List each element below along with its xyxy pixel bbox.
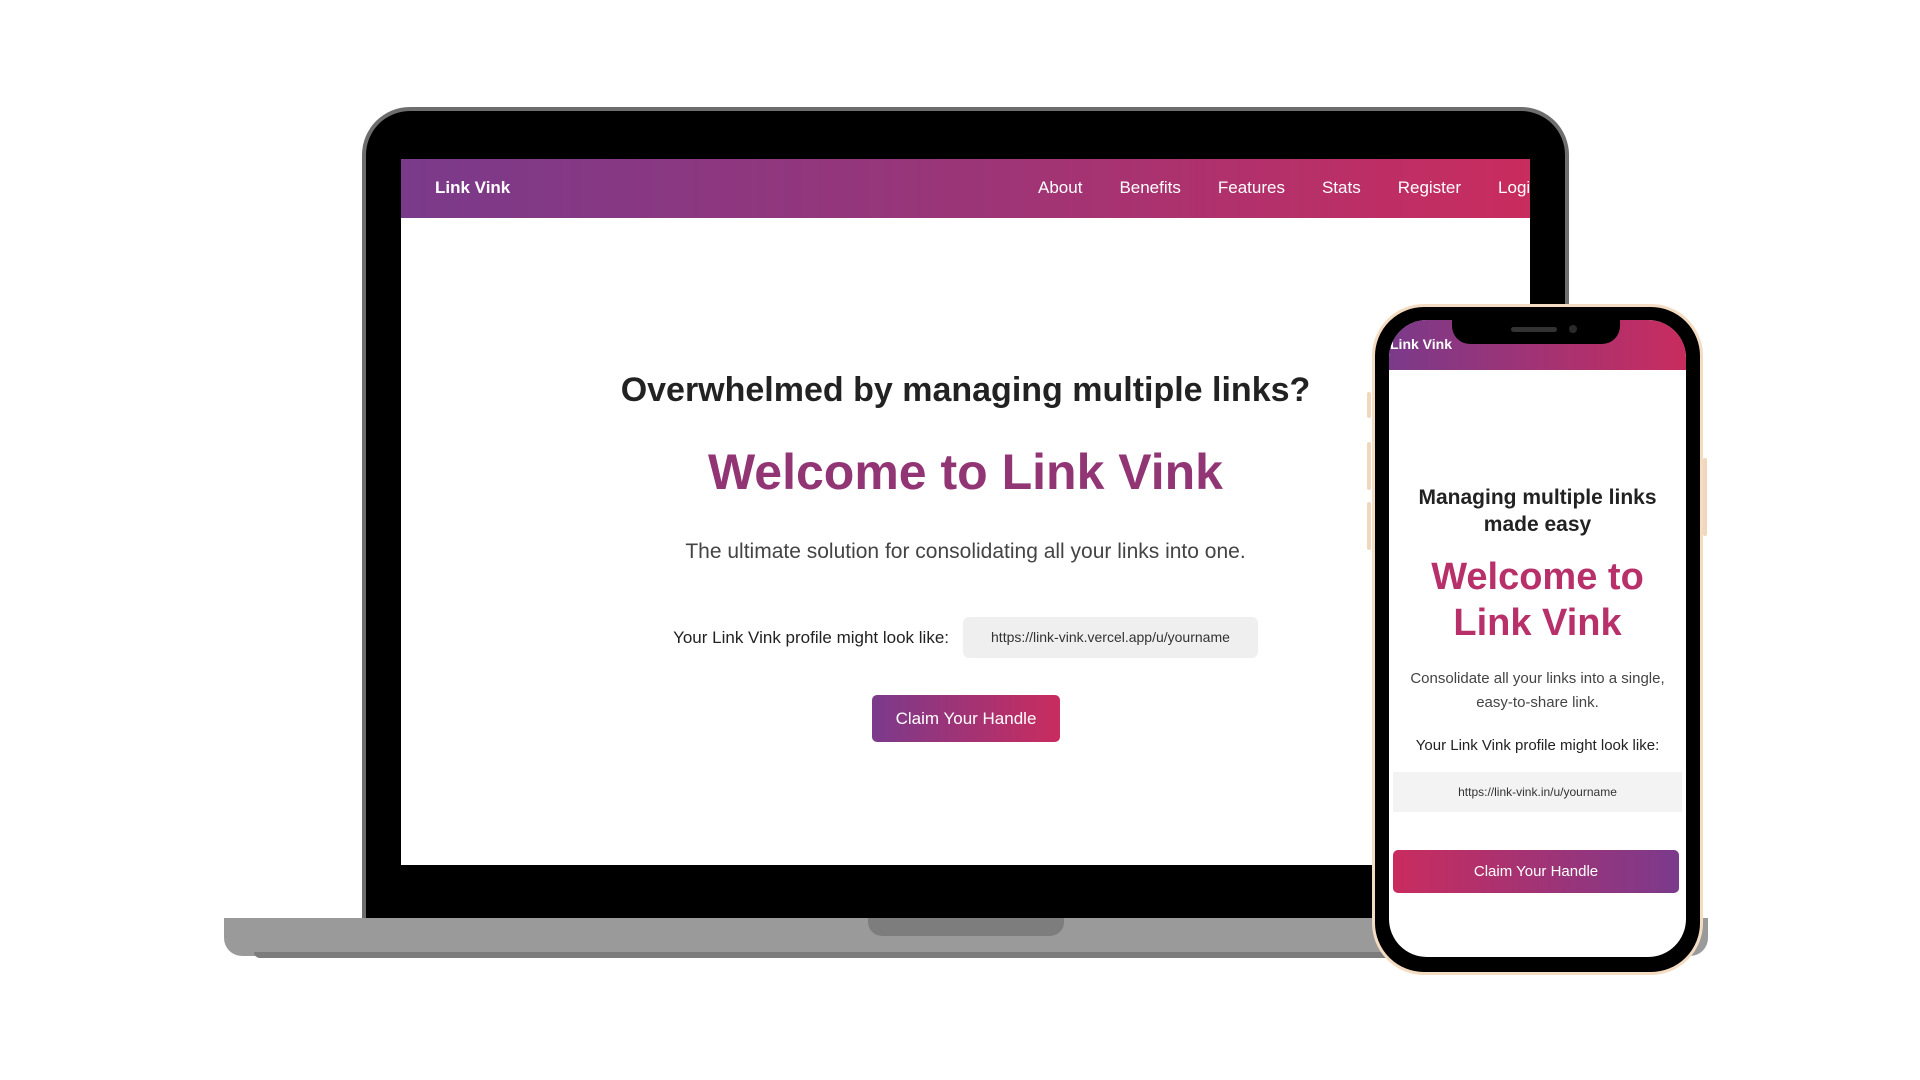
phone-hero-heading: Managing multiple links made easy — [1418, 486, 1657, 536]
nav-link-stats[interactable]: Stats — [1322, 178, 1361, 198]
phone-claim-handle-button[interactable]: Claim Your Handle — [1393, 850, 1679, 893]
nav-link-login[interactable]: Logi — [1498, 178, 1530, 198]
phone-side-button-mute — [1367, 392, 1371, 418]
nav-link-features[interactable]: Features — [1218, 178, 1285, 198]
navbar: Link Vink About Benefits Features Stats … — [401, 159, 1530, 218]
nav-link-about[interactable]: About — [1038, 178, 1082, 198]
phone-screen: Link Vink Managing multiple links made e… — [1389, 320, 1686, 957]
profile-preview-row: Your Link Vink profile might look like: … — [401, 617, 1530, 658]
claim-handle-button[interactable]: Claim Your Handle — [872, 695, 1060, 742]
navbar-brand[interactable]: Link Vink — [435, 178, 510, 198]
hero-title: Welcome to Link Vink — [708, 444, 1223, 500]
laptop-screen: Link Vink About Benefits Features Stats … — [401, 159, 1530, 865]
nav-link-register[interactable]: Register — [1398, 178, 1461, 198]
laptop-opening-notch — [868, 918, 1064, 936]
phone-hero-title: Welcome to Link Vink — [1431, 556, 1644, 644]
phone-speaker — [1511, 327, 1557, 332]
phone-side-button-power — [1703, 458, 1707, 536]
navbar-links: About Benefits Features Stats Register L… — [1038, 178, 1530, 198]
phone-hero-description: Consolidate all your links into a single… — [1410, 670, 1665, 711]
phone-side-button-volume-down — [1367, 502, 1371, 550]
hero-description: The ultimate solution for consolidating … — [685, 540, 1246, 563]
mockup-stage: Link Vink About Benefits Features Stats … — [0, 0, 1920, 1080]
phone-side-button-volume-up — [1367, 442, 1371, 490]
hero-question: Overwhelmed by managing multiple links? — [620, 371, 1311, 409]
phone-profile-preview-label: Your Link Vink profile might look like: — [1415, 737, 1660, 754]
profile-preview-label: Your Link Vink profile might look like: — [673, 627, 950, 647]
phone-profile-url-field[interactable]: https://link-vink.in/u/yourname — [1393, 772, 1682, 812]
profile-url-field[interactable]: https://link-vink.vercel.app/u/yourname — [963, 617, 1258, 658]
phone-navbar-brand[interactable]: Link Vink — [1390, 336, 1452, 352]
nav-link-benefits[interactable]: Benefits — [1119, 178, 1180, 198]
camera-icon — [1569, 325, 1577, 333]
